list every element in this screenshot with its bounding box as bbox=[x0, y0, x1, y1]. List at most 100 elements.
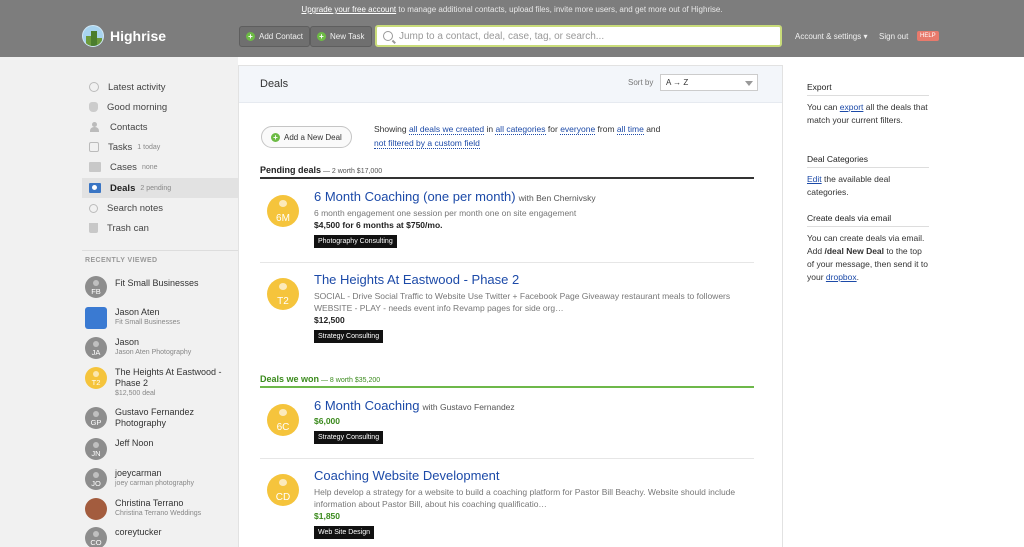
filter-text: and bbox=[643, 124, 661, 134]
deal-contact: with Ben Chernivsky bbox=[518, 193, 596, 203]
person-icon bbox=[89, 122, 101, 132]
highrise-logo-icon bbox=[82, 25, 104, 47]
add-new-deal-button[interactable]: + Add a New Deal bbox=[261, 126, 352, 148]
deals-panel: Deals Sort by A → Z + Add a New Deal Show… bbox=[238, 65, 783, 547]
deal-avatar: CD bbox=[267, 474, 299, 506]
sidebar-item-trash-can[interactable]: Trash can bbox=[82, 218, 238, 238]
email-deals-section: Create deals via email You can create de… bbox=[807, 213, 929, 284]
recent-item[interactable]: Christina Terrano Christina Terrano Weddi… bbox=[85, 498, 235, 520]
page-title: Deals bbox=[260, 78, 289, 90]
filter-user-link[interactable]: everyone bbox=[560, 124, 596, 135]
sort-select[interactable]: A → Z bbox=[660, 74, 758, 91]
filter-text: from bbox=[595, 124, 617, 134]
recent-item[interactable]: GP Gustavo Fernandez Photography bbox=[85, 407, 235, 429]
deal-amount: $4,500 for 6 months at $750/mo. bbox=[314, 220, 443, 230]
dropbox-link[interactable]: dropbox bbox=[826, 272, 857, 282]
search-input[interactable] bbox=[399, 30, 769, 42]
recent-item[interactable]: T2 The Heights At Eastwood - Phase 2 $12,5… bbox=[85, 367, 235, 398]
recent-item[interactable]: CO coreytucker bbox=[85, 527, 235, 547]
plus-icon: + bbox=[271, 132, 280, 142]
deal-title-link[interactable]: Coaching Website Development bbox=[314, 468, 499, 483]
filter-text: in bbox=[484, 124, 496, 134]
avatar: JA bbox=[85, 337, 107, 359]
recent-item-sub: Christina Terrano Weddings bbox=[115, 510, 202, 517]
deal-amount: $6,000 bbox=[314, 416, 340, 426]
new-task-button[interactable]: + New Task bbox=[310, 26, 372, 47]
folder-icon bbox=[89, 162, 101, 172]
categories-heading: Deal Categories bbox=[807, 154, 929, 168]
recent-item[interactable]: JO joeycarman joey carman photography bbox=[85, 468, 235, 490]
deal-description: SOCIAL - Drive Social Traffic to Website… bbox=[314, 291, 731, 313]
recent-item-name: Gustavo Fernandez Photography bbox=[115, 407, 195, 428]
recent-item-sub: Fit Small Businesses bbox=[115, 319, 180, 326]
hand-icon bbox=[89, 102, 98, 112]
sidebar-item-latest-activity[interactable]: Latest activity bbox=[82, 77, 238, 97]
add-contact-label: Add Contact bbox=[259, 32, 304, 41]
deal-contact: with Gustavo Fernandez bbox=[422, 402, 515, 412]
avatar: JO bbox=[85, 468, 107, 490]
deal-title-link[interactable]: 6 Month Coaching bbox=[314, 398, 420, 413]
section-count: — 8 worth $35,200 bbox=[319, 377, 381, 384]
upgrade-link[interactable]: Upgrade your free account bbox=[301, 5, 396, 14]
trash-icon bbox=[89, 223, 98, 233]
deal-description: 6 month engagement one session per month… bbox=[314, 208, 577, 218]
divider bbox=[82, 250, 238, 251]
pending-deals-heading: Pending deals — 2 worth $17,000 bbox=[260, 165, 754, 179]
filter-time-link[interactable]: all time bbox=[616, 124, 644, 135]
checkbox-icon bbox=[89, 142, 99, 152]
sidebar-item-deals[interactable]: Deals 2 pending bbox=[82, 178, 238, 198]
deal-row: 6C 6 Month Coaching with Gustavo Fernande… bbox=[260, 397, 754, 459]
category-tag[interactable]: Photography Consulting bbox=[314, 235, 397, 248]
recent-item-name: joeycarman bbox=[115, 468, 162, 478]
category-tag[interactable]: Strategy Consulting bbox=[314, 330, 384, 343]
recent-item-name: Jeff Noon bbox=[115, 438, 154, 448]
sort-value: A → Z bbox=[666, 78, 689, 87]
sidebar-item-cases[interactable]: Cases none bbox=[82, 157, 238, 177]
filter-category-link[interactable]: all categories bbox=[495, 124, 546, 135]
won-deals-heading: Deals we won — 8 worth $35,200 bbox=[260, 374, 754, 388]
search-icon bbox=[89, 203, 98, 213]
money-icon bbox=[89, 183, 101, 193]
section-count: — 2 worth $17,000 bbox=[321, 168, 383, 175]
recent-item-name: The Heights At Eastwood - Phase 2 bbox=[115, 367, 222, 388]
help-button[interactable]: HELP bbox=[917, 31, 939, 41]
recent-item[interactable]: Jason Aten Fit Small Businesses bbox=[85, 307, 235, 329]
section-label: Pending deals bbox=[260, 165, 322, 175]
sidebar-item-search-notes[interactable]: Search notes bbox=[82, 198, 238, 218]
sidebar-item-label: Cases bbox=[110, 161, 137, 173]
deal-title-link[interactable]: 6 Month Coaching (one per month) bbox=[314, 189, 516, 204]
filter-custom-field-link[interactable]: not filtered by a custom field bbox=[374, 138, 480, 149]
recent-item-name: Jason bbox=[115, 337, 140, 347]
account-settings-menu[interactable]: Account & settings ▾ bbox=[795, 32, 868, 41]
add-new-deal-label: Add a New Deal bbox=[284, 132, 342, 142]
briefcase-icon bbox=[85, 307, 107, 329]
avatar: GP bbox=[85, 407, 107, 429]
logo[interactable]: Highrise bbox=[82, 25, 166, 47]
filter-creator-link[interactable]: all deals we created bbox=[408, 124, 485, 135]
panel-header: Deals Sort by A → Z bbox=[239, 66, 782, 103]
sidebar-item-contacts[interactable]: Contacts bbox=[82, 117, 238, 137]
recent-item[interactable]: JN Jeff Noon bbox=[85, 438, 235, 460]
recently-viewed-heading: RECENTLY VIEWED bbox=[85, 257, 158, 264]
sidebar-item-good-morning[interactable]: Good morning bbox=[82, 97, 238, 117]
plus-icon: + bbox=[246, 32, 255, 41]
category-tag[interactable]: Strategy Consulting bbox=[314, 431, 384, 444]
add-contact-button[interactable]: + Add Contact bbox=[239, 26, 311, 47]
export-link[interactable]: export bbox=[840, 102, 864, 112]
deal-title-link[interactable]: The Heights At Eastwood - Phase 2 bbox=[314, 272, 519, 287]
email-command: /deal New Deal bbox=[824, 246, 885, 256]
sidebar-item-count: none bbox=[141, 163, 158, 171]
recent-item[interactable]: FB Fit Small Businesses bbox=[85, 276, 235, 298]
avatar: JN bbox=[85, 438, 107, 460]
edit-categories-link[interactable]: Edit bbox=[807, 174, 822, 184]
sidebar-item-tasks[interactable]: Tasks 1 today bbox=[82, 137, 238, 157]
category-tag[interactable]: Web Site Design bbox=[314, 526, 375, 539]
recent-item[interactable]: JA Jason Jason Aten Photography bbox=[85, 337, 235, 359]
sign-out-link[interactable]: Sign out bbox=[879, 32, 908, 41]
upgrade-text: to manage additional contacts, upload fi… bbox=[396, 5, 723, 14]
deal-row: CD Coaching Website Development Help dev… bbox=[260, 467, 754, 547]
sidebar-item-label: Trash can bbox=[107, 222, 149, 234]
deal-avatar: T2 bbox=[267, 278, 299, 310]
sidebar-item-label: Deals bbox=[110, 182, 136, 194]
clock-icon bbox=[89, 82, 99, 92]
